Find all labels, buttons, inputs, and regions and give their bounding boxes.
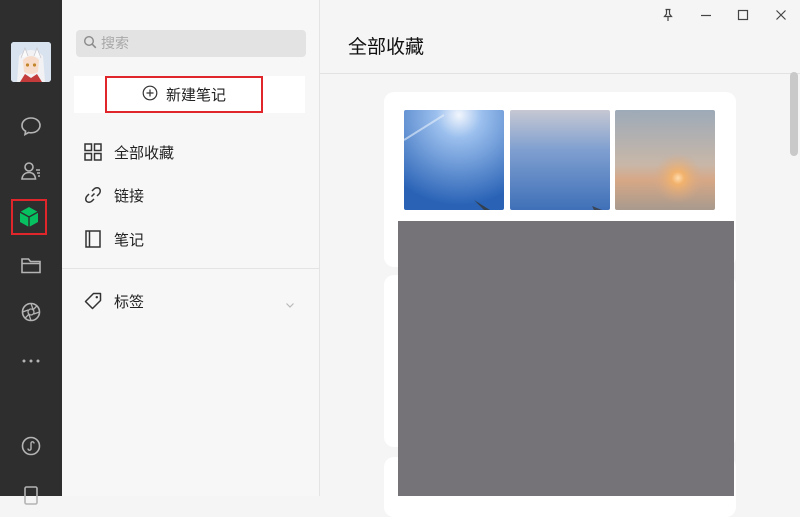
- favorites-sidebar: 新建笔记 全部收藏 链接 笔记 标签: [62, 0, 320, 496]
- header-divider: [320, 73, 800, 74]
- notebook-icon: [82, 228, 104, 250]
- contacts-icon[interactable]: [15, 155, 47, 187]
- new-note-container: 新建笔记: [74, 76, 305, 113]
- close-icon[interactable]: [770, 6, 792, 24]
- video-thumbnail[interactable]: [398, 221, 734, 496]
- maximize-icon[interactable]: [732, 6, 754, 24]
- sidebar-item-tags[interactable]: 标签: [82, 290, 144, 312]
- chevron-down-icon[interactable]: [284, 296, 296, 315]
- search-box[interactable]: [76, 30, 306, 57]
- photo-thumbnail[interactable]: [510, 110, 610, 210]
- more-icon[interactable]: [15, 345, 47, 377]
- pin-icon[interactable]: [657, 6, 679, 24]
- divider: [62, 268, 319, 269]
- moments-icon[interactable]: [15, 296, 47, 328]
- tag-icon: [82, 290, 104, 312]
- mini-program-icon[interactable]: [15, 430, 47, 462]
- navigation-bar: [0, 0, 62, 505]
- avatar[interactable]: [11, 42, 51, 82]
- page-title: 全部收藏: [348, 36, 425, 58]
- sidebar-item-all-favorites[interactable]: 全部收藏: [82, 141, 174, 163]
- search-input[interactable]: [101, 35, 291, 52]
- search-icon: [83, 34, 97, 53]
- new-note-button[interactable]: 新建笔记: [105, 76, 263, 113]
- plus-circle-icon: [142, 85, 158, 105]
- new-note-label: 新建笔记: [165, 86, 226, 104]
- phone-icon[interactable]: [15, 478, 47, 510]
- photo-thumbnail[interactable]: [404, 110, 504, 210]
- sidebar-item-label: 笔记: [114, 230, 145, 249]
- sidebar-item-label: 链接: [114, 186, 145, 205]
- photo-thumbnail[interactable]: [615, 110, 715, 210]
- grid-icon: [82, 141, 104, 163]
- favorites-cube-icon[interactable]: [11, 199, 47, 235]
- minimize-icon[interactable]: [695, 6, 717, 24]
- sidebar-item-notes[interactable]: 笔记: [82, 228, 144, 250]
- scrollbar[interactable]: [790, 72, 798, 156]
- sidebar-item-label: 标签: [114, 292, 145, 311]
- link-icon: [82, 184, 104, 206]
- chat-icon[interactable]: [15, 110, 47, 142]
- sidebar-item-label: 全部收藏: [114, 143, 175, 162]
- sidebar-item-links[interactable]: 链接: [82, 184, 144, 206]
- folder-icon[interactable]: [15, 249, 47, 281]
